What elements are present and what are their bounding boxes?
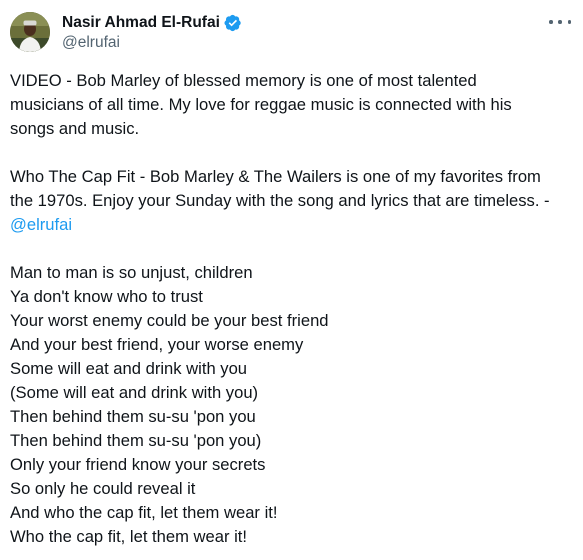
tweet-text: VIDEO - Bob Marley of blessed memory is … xyxy=(10,69,578,549)
lyric-line: Ya don't know who to trust xyxy=(10,287,203,306)
lyric-line: So only he could reveal it xyxy=(10,479,196,498)
tweet-line: musicians of all time. My love for regga… xyxy=(10,95,512,114)
mention-link[interactable]: @elrufai xyxy=(10,215,72,234)
tweet-line: Who The Cap Fit - Bob Marley & The Waile… xyxy=(10,167,541,186)
profile-photo xyxy=(10,12,50,52)
tweet-line: songs and music. xyxy=(10,119,140,138)
tweet: Nasir Ahmad El-Rufai @elrufai VIDEO - Bo… xyxy=(0,0,583,560)
lyric-line: And who the cap fit, let them wear it! xyxy=(10,503,278,522)
verified-badge-icon xyxy=(224,14,241,32)
lyric-line: Some will eat and drink with you xyxy=(10,359,248,378)
tweet-header: Nasir Ahmad El-Rufai @elrufai xyxy=(10,10,573,54)
tweet-line: the 1970s. Enjoy your Sunday with the so… xyxy=(10,191,550,210)
more-options-icon[interactable] xyxy=(549,14,571,30)
lyric-line: (Some will eat and drink with you) xyxy=(10,383,259,402)
avatar[interactable] xyxy=(10,12,50,52)
lyric-line: And your best friend, your worse enemy xyxy=(10,335,304,354)
tweet-line: VIDEO - Bob Marley of blessed memory is … xyxy=(10,71,477,90)
lyric-line: Then behind them su-su 'pon you xyxy=(10,407,256,426)
lyric-line: Who the cap fit, let them wear it! xyxy=(10,527,248,546)
lyric-line: Only your friend know your secrets xyxy=(10,455,266,474)
user-handle[interactable]: @elrufai xyxy=(62,33,120,53)
display-name[interactable]: Nasir Ahmad El-Rufai xyxy=(62,13,220,33)
name-row: Nasir Ahmad El-Rufai xyxy=(62,13,242,33)
lyric-line: Your worst enemy could be your best frie… xyxy=(10,311,329,330)
lyric-line: Man to man is so unjust, children xyxy=(10,263,253,282)
lyric-line: Then behind them su-su 'pon you) xyxy=(10,431,262,450)
